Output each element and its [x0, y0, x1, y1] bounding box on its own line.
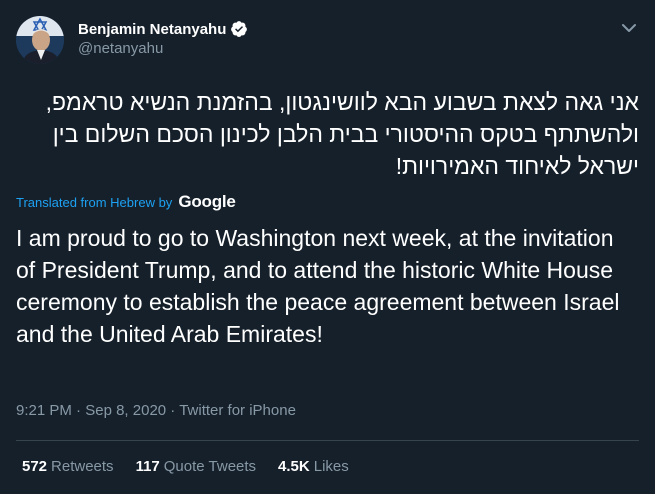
retweets-count: 572 — [22, 458, 48, 475]
avatar[interactable] — [16, 16, 64, 64]
quote-tweets-label: Quote Tweets — [163, 458, 257, 475]
tweet-translated-text: I am proud to go to Washington next week… — [16, 225, 620, 347]
likes-stat[interactable]: 4.5K Likes — [278, 458, 349, 475]
meta-separator: · — [170, 402, 180, 419]
retweets-label: Retweets — [51, 458, 114, 475]
tweet-detail: Benjamin Netanyahu @netanyahu אני גאה לצ… — [0, 0, 655, 494]
google-logo: Google — [178, 192, 236, 211]
translated-from-link[interactable]: Translated from Hebrew by — [16, 195, 172, 210]
tweet-time[interactable]: 9:21 PM — [16, 402, 72, 419]
likes-label: Likes — [313, 458, 349, 475]
author-name-row[interactable]: Benjamin Netanyahu — [78, 20, 248, 38]
quote-tweets-count: 117 — [135, 458, 160, 475]
likes-count: 4.5K — [278, 458, 310, 475]
quote-tweets-stat[interactable]: 117 Quote Tweets — [136, 458, 256, 475]
tweet-date[interactable]: Sep 8, 2020 — [85, 402, 166, 419]
tweet-original-text: אני גאה לצאת בשבוע הבא לוושינגטון, בהזמנ… — [45, 89, 639, 179]
divider — [16, 440, 639, 441]
avatar-image — [16, 16, 64, 64]
translation-attribution: Translated from Hebrew by Google — [16, 192, 236, 212]
engagement-stats: 572 Retweets 117 Quote Tweets 4.5K Likes — [22, 458, 371, 475]
tweet-source[interactable]: Twitter for iPhone — [179, 402, 296, 419]
author-display-name[interactable]: Benjamin Netanyahu — [78, 21, 226, 38]
verified-badge-icon — [231, 21, 248, 37]
meta-separator: · — [76, 402, 86, 419]
tweet-metadata: 9:21 PM · Sep 8, 2020 · Twitter for iPho… — [16, 402, 296, 419]
retweets-stat[interactable]: 572 Retweets — [22, 458, 114, 475]
chevron-down-icon[interactable] — [617, 16, 641, 40]
author-handle[interactable]: @netanyahu — [78, 40, 163, 57]
